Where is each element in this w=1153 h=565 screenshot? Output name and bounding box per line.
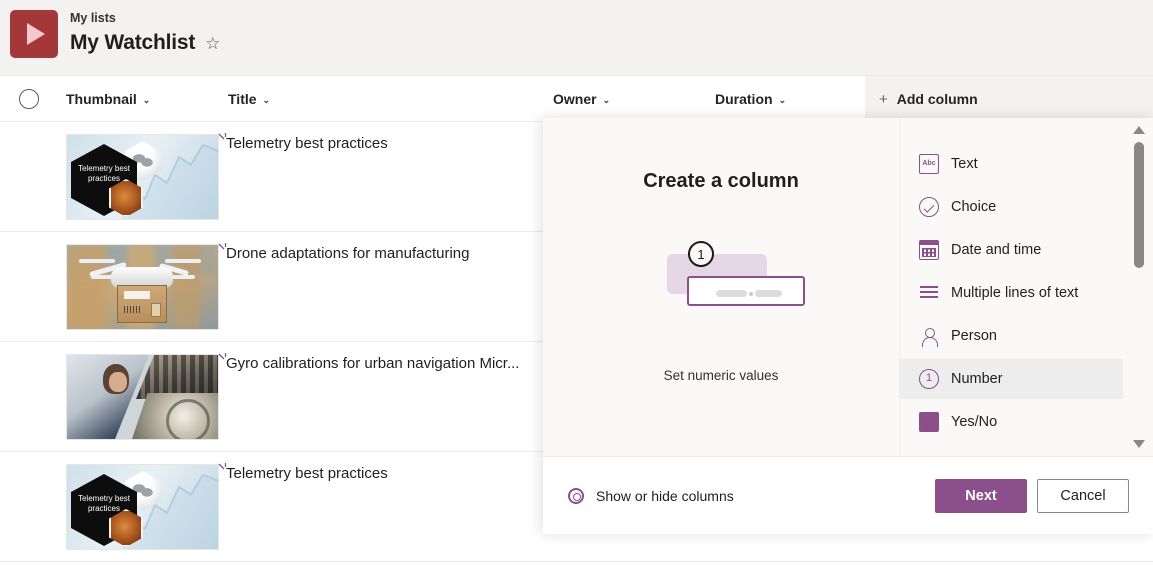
list-app: My lists My Watchlist ☆ Thumbnail ⌄ Titl… <box>0 0 1153 565</box>
package-tape <box>151 303 161 317</box>
option-number[interactable]: 1 Number <box>900 359 1123 399</box>
barcode <box>124 306 140 313</box>
drone-thumbnail-art <box>67 245 218 329</box>
dialog-title: Create a column <box>643 170 799 192</box>
column-header-duration[interactable]: Duration ⌄ <box>715 76 786 122</box>
play-icon <box>10 10 58 58</box>
telemetry-thumbnail-art: Telemetry best practices <box>67 135 218 219</box>
compass-panel <box>132 393 218 439</box>
select-all-circle-icon[interactable] <box>19 89 39 109</box>
person-icon <box>919 326 939 347</box>
chevron-down-icon: ⌄ <box>778 94 787 105</box>
option-label: Yes/No <box>951 414 998 430</box>
row-title[interactable]: Gyro calibrations for urban navigation M… <box>226 355 519 372</box>
title-row: My Watchlist ☆ <box>70 31 220 55</box>
column-label: Duration <box>715 91 773 107</box>
option-date-and-time[interactable]: Date and time <box>900 230 1123 270</box>
option-text[interactable]: Abc Text <box>900 144 1123 184</box>
option-choice[interactable]: Choice <box>900 187 1123 227</box>
scroll-up-icon[interactable] <box>1133 126 1145 134</box>
create-column-dialog: Create a column 1 Set numeric values Abc <box>543 118 1153 534</box>
option-yes-no[interactable]: ↔ Yes/No <box>900 402 1123 442</box>
row-title[interactable]: Drone adaptations for manufacturing <box>226 245 469 262</box>
cancel-button[interactable]: Cancel <box>1037 478 1129 513</box>
dialog-footer: Show or hide columns Next Cancel <box>543 456 1153 534</box>
column-type-list: Abc Text Choice Date and time Multiple l… <box>899 118 1153 456</box>
column-header-thumbnail[interactable]: Thumbnail ⌄ <box>66 76 150 122</box>
column-header-row: Thumbnail ⌄ Title ⌄ Owner ⌄ Duration ⌄ +… <box>0 76 1153 122</box>
row-thumbnail: Telemetry best practices <box>66 464 219 550</box>
dialog-preview-pane: Create a column 1 Set numeric values <box>543 118 899 456</box>
package <box>117 285 167 323</box>
favorite-star-icon[interactable]: ☆ <box>205 35 220 52</box>
illustration-caption: Set numeric values <box>663 368 779 383</box>
calendar-icon <box>919 240 939 260</box>
option-multiple-lines-of-text[interactable]: Multiple lines of text <box>900 273 1123 313</box>
option-label: Date and time <box>951 242 1042 258</box>
row-title[interactable]: Telemetry best practices <box>226 135 388 152</box>
option-label: Multiple lines of text <box>951 285 1079 301</box>
scroll-down-icon[interactable] <box>1133 440 1145 448</box>
gyro-thumbnail-art <box>67 355 218 439</box>
plus-icon: + <box>879 90 888 108</box>
illustration-field <box>687 276 805 306</box>
row-thumbnail <box>66 354 219 440</box>
add-column-button[interactable]: + Add column <box>865 76 1153 122</box>
column-label: Title <box>228 91 257 107</box>
placeholder-pill <box>755 290 782 297</box>
rotor <box>165 259 201 263</box>
gear-icon <box>567 487 585 505</box>
show-or-hide-columns-link[interactable]: Show or hide columns <box>567 487 734 505</box>
cityscape-panel <box>136 355 218 399</box>
option-label: Choice <box>951 199 997 215</box>
option-person[interactable]: Person <box>900 316 1123 356</box>
package-label <box>124 291 150 299</box>
row-title[interactable]: Telemetry best practices <box>226 465 388 482</box>
lines-icon <box>919 283 939 303</box>
page-title: My Watchlist <box>70 31 196 54</box>
column-header-title[interactable]: Title ⌄ <box>228 76 270 122</box>
scrollbar-thumb[interactable] <box>1134 142 1144 268</box>
chevron-down-icon: ⌄ <box>142 94 151 105</box>
rotor <box>79 259 115 263</box>
row-thumbnail: Telemetry best practices <box>66 134 219 220</box>
option-label: Number <box>951 371 1003 387</box>
column-header-owner[interactable]: Owner ⌄ <box>553 76 610 122</box>
row-thumbnail <box>66 244 219 330</box>
telemetry-thumbnail-art: Telemetry best practices <box>67 465 218 549</box>
options-container: Abc Text Choice Date and time Multiple l… <box>900 144 1123 445</box>
abc-icon: Abc <box>919 154 939 174</box>
check-circle-icon <box>919 197 939 217</box>
number-badge: 1 <box>688 241 714 267</box>
show-hide-label: Show or hide columns <box>596 487 734 504</box>
dialog-body: Create a column 1 Set numeric values Abc <box>543 118 1153 456</box>
option-label: Person <box>951 328 997 344</box>
options-scrollbar[interactable] <box>1131 124 1147 450</box>
column-label: Thumbnail <box>66 91 137 107</box>
chevron-down-icon: ⌄ <box>602 94 611 105</box>
toggle-icon: ↔ <box>919 412 939 432</box>
page-header: My lists My Watchlist ☆ <box>0 0 1153 75</box>
add-column-label: Add column <box>896 91 978 107</box>
person-face <box>109 372 127 392</box>
option-label: Text <box>951 156 978 172</box>
column-label: Owner <box>553 91 597 107</box>
chevron-down-icon: ⌄ <box>262 94 271 105</box>
placeholder-pill <box>716 290 747 297</box>
breadcrumb[interactable]: My lists <box>70 11 116 25</box>
number-illustration: 1 <box>661 241 805 316</box>
decimal-dot <box>749 292 753 296</box>
number-circle-icon: 1 <box>919 369 939 389</box>
play-triangle <box>27 23 45 45</box>
next-button[interactable]: Next <box>935 478 1027 513</box>
